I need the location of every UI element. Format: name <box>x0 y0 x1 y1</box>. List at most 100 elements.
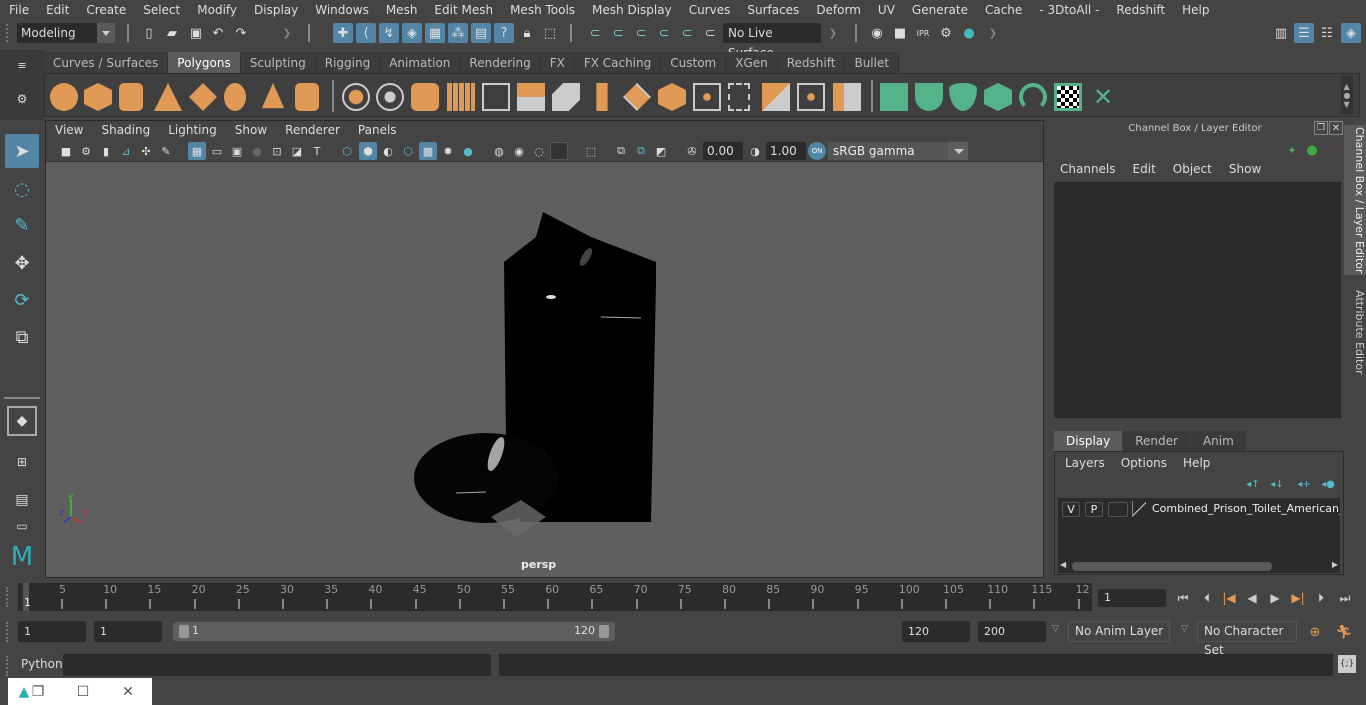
menu-mesh[interactable]: Mesh <box>377 0 426 20</box>
menu-help[interactable]: Help <box>1173 0 1217 20</box>
mirror-icon[interactable] <box>411 83 439 111</box>
render-frame-icon[interactable]: ■ <box>890 23 910 43</box>
scrollbar-thumb[interactable] <box>1072 562 1272 571</box>
tab-rigging[interactable]: Rigging <box>315 52 381 74</box>
menu-display[interactable]: Display <box>245 0 306 20</box>
xray-joints-icon[interactable]: ◩ <box>652 142 670 160</box>
extrude-icon[interactable] <box>623 83 651 111</box>
camera-icon[interactable]: ■ <box>57 142 75 160</box>
append-icon[interactable] <box>728 83 750 111</box>
menu-redshift[interactable]: Redshift <box>1107 0 1173 20</box>
close-icon[interactable]: ✕ <box>1329 121 1343 135</box>
step-forward-key-icon[interactable]: ⏵ <box>1312 589 1330 607</box>
tab-render[interactable]: Render <box>1123 431 1190 451</box>
camera-attributes-icon[interactable]: ⚙ <box>77 142 95 160</box>
menu-show[interactable]: Show <box>1229 162 1261 176</box>
safe-action-icon[interactable]: ◪ <box>288 142 306 160</box>
unfold-uv-icon[interactable]: ✕ <box>1089 83 1117 111</box>
persp-graph-layout-icon[interactable]: ▭ <box>5 516 39 536</box>
poly-cylinder-icon[interactable] <box>119 83 143 111</box>
channel-list[interactable] <box>1054 182 1341 418</box>
menu-uv[interactable]: UV <box>869 0 903 20</box>
menu-layers[interactable]: Layers <box>1065 456 1105 470</box>
tab-curves-surfaces[interactable]: Curves / Surfaces <box>44 52 169 74</box>
layer-horizontal-scrollbar[interactable]: ◀ ▶ <box>1058 560 1340 573</box>
viewport-menu-panels[interactable]: Panels <box>349 121 406 140</box>
color-space-select[interactable]: sRGB gamma <box>828 142 968 160</box>
help-icon[interactable]: ? <box>494 23 514 43</box>
exposure-field[interactable]: 0.00 <box>703 142 743 160</box>
use-all-lights-icon[interactable]: ✹ <box>439 142 457 160</box>
snap-view-plane-icon[interactable]: ⊂ <box>654 23 674 43</box>
snap-curve-icon[interactable]: ⊂ <box>608 23 628 43</box>
float-panel-icon[interactable]: ❐ <box>1314 121 1328 135</box>
smooth-shade-icon[interactable]: ⬢ <box>359 142 377 160</box>
maximize-icon[interactable]: ☐ <box>73 682 93 702</box>
bookmark-icon[interactable]: ▮ <box>97 142 115 160</box>
viewport-menu-show[interactable]: Show <box>226 121 276 140</box>
grid-icon[interactable]: ▦ <box>188 142 206 160</box>
motion-blur-icon[interactable]: ◉ <box>510 142 528 160</box>
range-end-handle[interactable] <box>599 625 609 638</box>
field-chart-icon[interactable]: ⊡ <box>268 142 286 160</box>
image-plane-icon[interactable]: ⊿ <box>117 142 135 160</box>
collapse-arrow-icon[interactable]: ❯ <box>983 23 1003 43</box>
next-key-icon[interactable]: ▶| <box>1289 589 1307 607</box>
menu-channels[interactable]: Channels <box>1060 162 1116 176</box>
speed-icon[interactable]: ● <box>1302 140 1322 160</box>
tab-polygons[interactable]: Polygons <box>168 52 241 74</box>
select-tool-icon[interactable]: ➤ <box>5 134 39 168</box>
live-surface-field[interactable]: No Live Surface <box>723 23 821 60</box>
viewport-menu-lighting[interactable]: Lighting <box>159 121 226 140</box>
animation-end-field[interactable]: 200 <box>978 621 1046 642</box>
ipr-render-icon[interactable]: IPR <box>913 23 933 43</box>
safe-title-icon[interactable]: T <box>308 142 326 160</box>
grease-pencil-icon[interactable]: ✎ <box>157 142 175 160</box>
render-settings-icon[interactable]: ⚙ <box>936 23 956 43</box>
collapse-arrow-icon[interactable]: ❯ <box>277 23 297 43</box>
scroll-right-icon[interactable]: ▶ <box>1332 560 1338 569</box>
attribute-editor-toggle-icon[interactable]: ☰ <box>1294 23 1314 43</box>
shadows-icon[interactable]: ● <box>459 142 477 160</box>
cmdline-grip[interactable] <box>6 656 10 676</box>
new-scene-icon[interactable]: ▯ <box>139 23 159 43</box>
new-layer-from-selected-icon[interactable]: ◂● <box>1318 474 1338 494</box>
range-slider[interactable]: 1 120 <box>173 622 615 641</box>
tab-rendering[interactable]: Rendering <box>460 52 541 74</box>
tool-settings-icon[interactable]: ☷ <box>1317 23 1337 43</box>
contour-uv-icon[interactable] <box>1019 83 1047 111</box>
menu-file[interactable]: File <box>0 0 37 20</box>
menu-edit-mesh[interactable]: Edit Mesh <box>425 0 501 20</box>
snap-magnet-icon[interactable]: ⊂ <box>700 23 720 43</box>
animation-preferences-icon[interactable]: 🏃︎ <box>1334 622 1354 642</box>
time-slider[interactable]: 1 5 10 15 20 25 30 35 40 45 50 55 60 65 70 75 80 85 90 95 1… <box>18 583 1092 611</box>
select-by-object-icon[interactable]: ⟨ <box>356 23 376 43</box>
separate-icon[interactable] <box>376 83 404 111</box>
tab-fx-caching[interactable]: FX Caching <box>574 52 662 74</box>
open-scene-icon[interactable]: ▰ <box>162 23 182 43</box>
anim-layer-select[interactable]: No Anim Layer <box>1068 621 1170 642</box>
modeling-toolkit-icon[interactable]: ▥ <box>1271 23 1291 43</box>
cylindrical-uv-icon[interactable] <box>915 83 943 111</box>
poly-sphere-icon[interactable] <box>50 83 78 111</box>
menu-create[interactable]: Create <box>77 0 134 20</box>
prev-key-icon[interactable]: |◀ <box>1220 589 1238 607</box>
close-window-icon[interactable]: ✕ <box>118 682 138 702</box>
use-default-material-icon[interactable]: ◐ <box>379 142 397 160</box>
menu-cache[interactable]: Cache <box>976 0 1030 20</box>
gamma-field[interactable]: 1.00 <box>766 142 806 160</box>
tab-fx[interactable]: FX <box>540 52 575 74</box>
undo-icon[interactable]: ↶ <box>208 23 228 43</box>
viewport-menu-renderer[interactable]: Renderer <box>276 121 349 140</box>
script-editor-icon[interactable]: {;} <box>1338 655 1356 673</box>
command-input[interactable] <box>63 654 491 676</box>
multi-cut-icon[interactable] <box>596 83 608 111</box>
snap-grid-icon[interactable]: ⊂ <box>585 23 605 43</box>
anim-layer-dropdown-icon[interactable]: ▽ <box>1052 624 1059 634</box>
gear-icon[interactable]: ⚙ <box>12 89 32 109</box>
collapse-arrow-icon[interactable]: ❯ <box>823 23 843 43</box>
menu-cb-edit[interactable]: Edit <box>1133 162 1156 176</box>
menu-curves[interactable]: Curves <box>680 0 739 20</box>
xray-icon[interactable]: ⧉ <box>612 142 630 160</box>
menu-mesh-display[interactable]: Mesh Display <box>583 0 680 20</box>
